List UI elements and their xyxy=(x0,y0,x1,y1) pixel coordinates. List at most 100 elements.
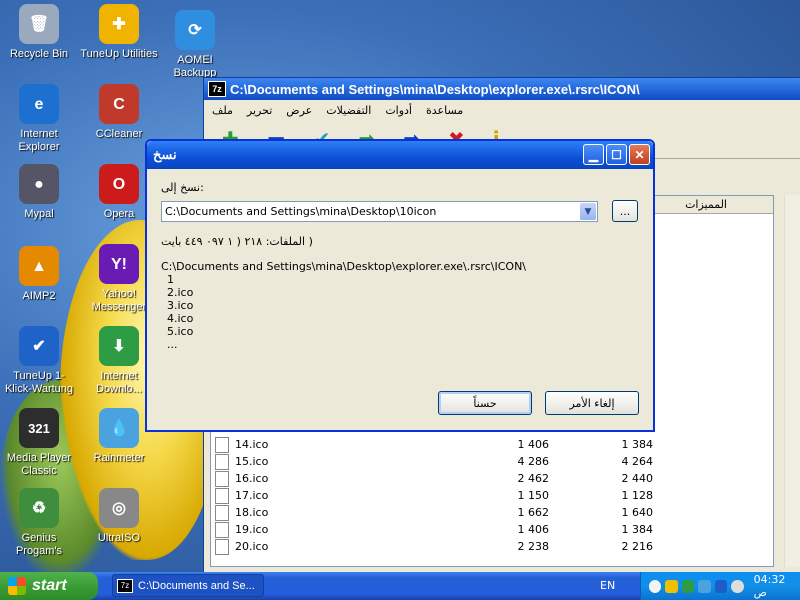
taskbar-item-archive[interactable]: 7z C:\Documents and Se... xyxy=(112,574,264,597)
desktop-icon-label: TuneUp Utilities xyxy=(80,48,158,60)
destination-path-value[interactable]: C:\Documents and Settings\mina\Desktop\1… xyxy=(165,205,436,218)
windows-logo-icon xyxy=(8,577,26,595)
menu-help[interactable]: مساعدة xyxy=(426,104,463,117)
tray-volume-icon[interactable] xyxy=(731,579,744,593)
language-indicator[interactable]: EN xyxy=(600,579,615,592)
cancel-button[interactable]: إلغاء الأمر xyxy=(545,391,639,415)
desktop-icon-label: TuneUp 1-Klick-Wartung xyxy=(4,370,74,395)
file-entry: 5.ico xyxy=(167,325,194,338)
table-row[interactable]: 16.ico 2 462 2 440 xyxy=(211,470,773,487)
media-player-classic-icon: 321 xyxy=(19,408,59,448)
archive-window-titlebar[interactable]: 7z C:\Documents and Settings\mina\Deskto… xyxy=(204,78,800,100)
taskbar: start 7z C:\Documents and Se... EN 04:32… xyxy=(0,572,800,600)
file-icon xyxy=(215,521,229,538)
ultraiso-icon: ◎ xyxy=(99,488,139,528)
close-button[interactable]: ✕ xyxy=(629,144,650,165)
menu-tools[interactable]: أدوات xyxy=(385,104,412,117)
7zip-icon: 7z xyxy=(117,578,133,593)
table-row[interactable]: 14.ico 1 406 1 384 xyxy=(211,436,773,453)
source-files-list: C:\Documents and Settings\mina\Desktop\e… xyxy=(161,260,526,351)
desktop-icon-mypal[interactable]: ● Mypal xyxy=(0,160,78,221)
mypal-icon: ● xyxy=(19,164,59,204)
chevron-down-icon[interactable]: ▼ xyxy=(580,203,596,220)
tuneup-utilities-icon: ✚ xyxy=(99,4,139,44)
desktop-icon-label: Internet Explorer xyxy=(18,128,60,153)
file-packed-size: 4 264 xyxy=(621,455,654,468)
file-icon xyxy=(215,487,229,504)
file-size: 1 662 xyxy=(517,506,550,519)
tray-app-icon[interactable] xyxy=(714,579,728,593)
tray-status-icon[interactable] xyxy=(649,579,662,593)
file-icon xyxy=(215,453,229,470)
file-name: 17.ico xyxy=(235,489,269,502)
maximize-button[interactable]: ☐ xyxy=(606,144,627,165)
clock: 04:32 ص xyxy=(753,573,786,599)
opera-icon: O xyxy=(99,164,139,204)
desktop-icon-aomei-backupper[interactable]: ⟳ AOMEI Backupp xyxy=(156,6,234,80)
table-row[interactable]: 17.ico 1 150 1 128 xyxy=(211,487,773,504)
desktop-icon-label: CCleaner xyxy=(95,128,143,140)
file-icon xyxy=(215,470,229,487)
file-packed-size: 1 384 xyxy=(621,523,654,536)
copy-dialog-titlebar[interactable]: نسخ ▁ ☐ ✕ xyxy=(147,141,653,169)
table-row[interactable]: 15.ico 4 286 4 264 xyxy=(211,453,773,470)
file-icon xyxy=(215,538,229,555)
desktop-icon-media-player-classic[interactable]: 321 Media Player Classic xyxy=(0,404,78,478)
desktop-icon-ultraiso[interactable]: ◎ UltraISO xyxy=(80,484,158,545)
menu-file[interactable]: ملف xyxy=(212,104,233,117)
vertical-scrollbar[interactable] xyxy=(784,195,800,567)
tray-network-icon[interactable] xyxy=(681,579,695,593)
desktop-icon-label: Rainmeter xyxy=(93,452,145,464)
desktop-icon-internet-explorer[interactable]: e Internet Explorer xyxy=(0,80,78,154)
rainmeter-icon: 💧 xyxy=(99,408,139,448)
file-name: 16.ico xyxy=(235,472,269,485)
file-entry: 3.ico xyxy=(167,299,194,312)
file-icon xyxy=(215,436,229,453)
start-button[interactable]: start xyxy=(0,572,98,600)
desktop-icon-label: Recycle Bin xyxy=(9,48,69,60)
destination-path-combobox[interactable]: C:\Documents and Settings\mina\Desktop\1… xyxy=(161,201,598,222)
file-size: 1 150 xyxy=(517,489,550,502)
menu-bar: ملف تحرير عرض التفضيلات أدوات مساعدة xyxy=(204,100,800,120)
file-packed-size: 1 128 xyxy=(621,489,654,502)
browse-button[interactable]: ... xyxy=(612,200,638,222)
internet-explorer-icon: e xyxy=(19,84,59,124)
desktop-icon-aimp2[interactable]: ▲ AIMP2 xyxy=(0,242,78,303)
yahoo-messenger-icon: Y! xyxy=(99,244,139,284)
ok-button[interactable]: حسناً xyxy=(438,391,532,415)
table-row[interactable]: 18.ico 1 662 1 640 xyxy=(211,504,773,521)
internet-download-icon: ⬇ xyxy=(99,326,139,366)
file-icon xyxy=(215,504,229,521)
aomei-icon: ⟳ xyxy=(175,10,215,50)
minimize-button[interactable]: ▁ xyxy=(583,144,604,165)
file-name: 14.ico xyxy=(235,438,269,451)
menu-view[interactable]: عرض xyxy=(286,104,312,117)
file-size: 1 406 xyxy=(517,438,550,451)
desktop-icon-label: Media Player Classic xyxy=(6,452,72,477)
tray-download-icon[interactable] xyxy=(698,579,711,593)
ccleaner-icon: C xyxy=(99,84,139,124)
file-packed-size: 1 384 xyxy=(621,438,654,451)
aimp2-icon: ▲ xyxy=(19,246,59,286)
system-tray: 04:32 ص xyxy=(640,572,800,600)
source-path: C:\Documents and Settings\mina\Desktop\e… xyxy=(161,260,527,273)
menu-favorites[interactable]: التفضيلات xyxy=(326,104,371,117)
table-row[interactable]: 19.ico 1 406 1 384 xyxy=(211,521,773,538)
file-size: 2 238 xyxy=(517,540,550,553)
file-packed-size: 1 640 xyxy=(621,506,654,519)
tray-user-icon[interactable] xyxy=(665,579,678,593)
desktop-icon-recycle-bin[interactable]: 🗑 Recycle Bin xyxy=(0,0,78,61)
tuneup-1-click-icon: ✔ xyxy=(19,326,59,366)
menu-edit[interactable]: تحرير xyxy=(247,104,272,117)
desktop-icon-tuneup-utilities[interactable]: ✚ TuneUp Utilities xyxy=(80,0,158,61)
desktop-icon-ccleaner[interactable]: C CCleaner xyxy=(80,80,158,141)
copy-dialog: نسخ ▁ ☐ ✕ نسخ إلى: C:\Documents and Sett… xyxy=(145,139,655,432)
desktop-icon-genius-programs[interactable]: ♻ Genius Progam's xyxy=(0,484,78,558)
table-row[interactable]: 20.ico 2 238 2 216 xyxy=(211,538,773,555)
desktop-icon-tuneup-1-click[interactable]: ✔ TuneUp 1-Klick-Wartung xyxy=(0,322,78,396)
desktop-icon-label: Mypal xyxy=(24,208,54,220)
copy-to-label: نسخ إلى: xyxy=(161,181,204,194)
file-name: 20.ico xyxy=(235,540,269,553)
desktop-icon-label: UltraISO xyxy=(97,532,141,544)
file-entry: 1 xyxy=(167,273,174,286)
